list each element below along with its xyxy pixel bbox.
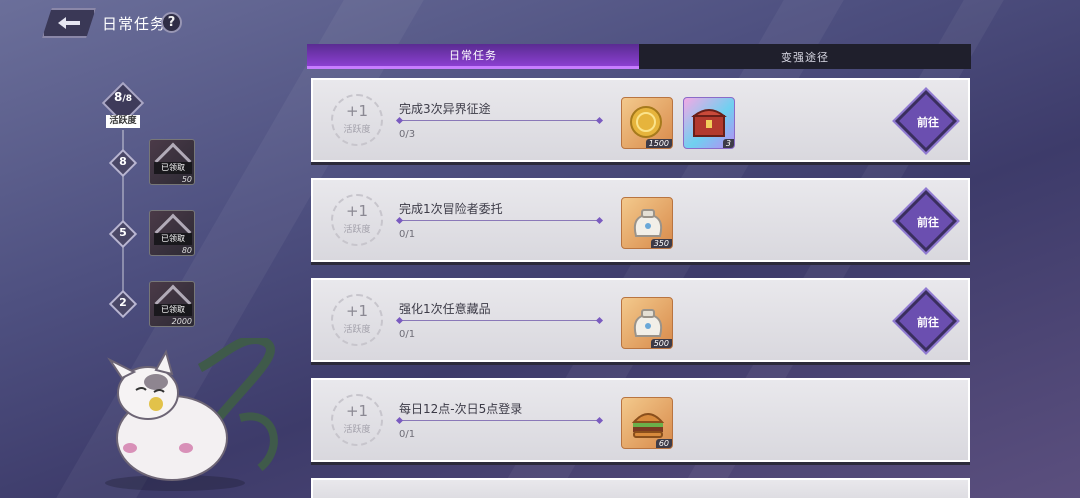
reward-item[interactable]: 3 bbox=[683, 97, 735, 149]
gain-value: +1 bbox=[345, 102, 369, 120]
task-name: 每日12点-次日5点登录 bbox=[399, 402, 523, 416]
go-button[interactable]: 前往 bbox=[908, 314, 948, 330]
activity-label: 活跃度 bbox=[106, 115, 140, 128]
milestone-threshold: 2 bbox=[119, 296, 127, 309]
reward-qty: 1500 bbox=[645, 139, 672, 148]
go-button[interactable]: 前往 bbox=[908, 114, 948, 130]
claimed-label: 已领取 bbox=[154, 233, 192, 245]
task-divider bbox=[399, 220, 599, 221]
task-card bbox=[311, 478, 970, 498]
milestone-reward[interactable]: 已领取 50 bbox=[149, 139, 195, 185]
help-button[interactable]: ? bbox=[161, 12, 182, 33]
divider-dot bbox=[595, 316, 604, 325]
task-divider bbox=[399, 320, 599, 321]
reward-item[interactable]: 350 bbox=[621, 197, 673, 249]
page-title: 日常任务 bbox=[102, 15, 167, 33]
divider-dot bbox=[395, 316, 404, 325]
task-name: 完成3次异界征途 bbox=[399, 102, 491, 116]
reward-qty: 3 bbox=[722, 139, 734, 148]
gain-value: +1 bbox=[345, 402, 369, 420]
reward-qty: 60 bbox=[655, 439, 672, 448]
divider-dot bbox=[595, 116, 604, 125]
back-arrow-icon bbox=[58, 17, 80, 29]
gain-label: 活跃度 bbox=[343, 425, 371, 435]
reward-item[interactable]: 1500 bbox=[621, 97, 673, 149]
task-divider bbox=[399, 420, 599, 421]
cat-mascot-icon bbox=[105, 338, 278, 491]
milestone-threshold: 8 bbox=[119, 155, 127, 168]
gain-value: +1 bbox=[345, 202, 369, 220]
gain-label: 活跃度 bbox=[343, 125, 371, 135]
tab-growth-paths[interactable]: 变强途径 bbox=[639, 44, 971, 69]
reward-qty: 350 bbox=[650, 239, 672, 248]
gain-label: 活跃度 bbox=[343, 225, 371, 235]
claimed-label: 已领取 bbox=[154, 162, 192, 174]
task-card: +1 活跃度 完成3次异界征途 0/3 1500 3 前往 bbox=[311, 78, 970, 162]
divider-dot bbox=[395, 416, 404, 425]
reward-qty: 500 bbox=[650, 339, 672, 348]
activity-total: 8 bbox=[125, 94, 132, 104]
milestone-threshold: 5 bbox=[119, 226, 127, 239]
tab-daily-tasks[interactable]: 日常任务 bbox=[307, 44, 639, 69]
task-card: +1 活跃度 完成1次冒险者委托 0/1 350 前往 bbox=[311, 178, 970, 262]
milestone-reward[interactable]: 已领取 2000 bbox=[149, 281, 195, 327]
task-card: +1 活跃度 强化1次任意藏品 0/1 500 前往 bbox=[311, 278, 970, 362]
activity-count: 8/8 bbox=[114, 90, 132, 104]
task-progress: 0/1 bbox=[399, 429, 416, 440]
divider-dot bbox=[395, 116, 404, 125]
claimed-label: 已领取 bbox=[154, 304, 192, 316]
task-name: 强化1次任意藏品 bbox=[399, 302, 491, 316]
task-divider bbox=[399, 120, 599, 121]
reward-item[interactable]: 60 bbox=[621, 397, 673, 449]
reward-qty: 50 bbox=[181, 175, 192, 184]
divider-dot bbox=[595, 216, 604, 225]
reward-qty: 2000 bbox=[171, 317, 192, 326]
divider-dot bbox=[395, 216, 404, 225]
gain-label: 活跃度 bbox=[343, 325, 371, 335]
milestone-reward[interactable]: 已领取 80 bbox=[149, 210, 195, 256]
gain-value: +1 bbox=[345, 302, 369, 320]
reward-qty: 80 bbox=[181, 246, 192, 255]
task-name: 完成1次冒险者委托 bbox=[399, 202, 503, 216]
go-button[interactable]: 前往 bbox=[908, 214, 948, 230]
task-progress: 0/1 bbox=[399, 229, 416, 240]
task-card: +1 活跃度 每日12点-次日5点登录 0/1 60 bbox=[311, 378, 970, 462]
back-button[interactable] bbox=[42, 8, 96, 38]
task-progress: 0/1 bbox=[399, 329, 416, 340]
tab-bar: 日常任务 变强途径 bbox=[307, 44, 971, 69]
task-progress: 0/3 bbox=[399, 129, 416, 140]
divider-dot bbox=[595, 416, 604, 425]
reward-item[interactable]: 500 bbox=[621, 297, 673, 349]
